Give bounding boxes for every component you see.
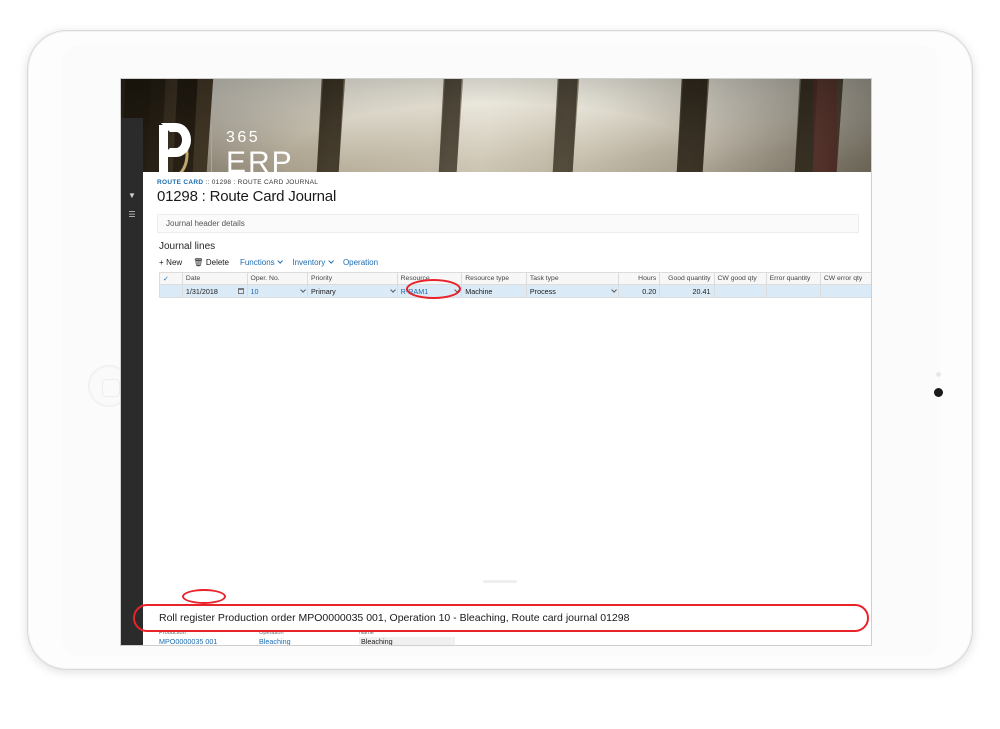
cell-good-quantity[interactable]: 20.41 (659, 284, 715, 298)
left-rail: ▼ ☰ (121, 118, 143, 645)
col-resource-type[interactable]: Resource type (461, 272, 527, 285)
list-lines-icon[interactable]: ☰ (121, 210, 143, 219)
filter-icon[interactable]: ▼ (121, 191, 143, 200)
cell-resource[interactable]: R-RAM1 (396, 284, 463, 298)
cell-task-type-value: Process (529, 286, 556, 296)
journal-inventory-label: Inventory (292, 258, 326, 267)
field-name-value[interactable]: Bleaching (359, 637, 455, 645)
cell-cw-good-qty[interactable] (713, 284, 767, 298)
journal-new-label: New (166, 258, 183, 267)
journal-delete-button[interactable]: 🗑 Delete (193, 258, 229, 267)
pane-splitter-handle[interactable] (483, 580, 517, 583)
field-production-label: Production (159, 630, 186, 636)
table-row[interactable]: 1/31/2018 10 Primary R-RAM1 Machine Proc… (159, 284, 871, 298)
cell-date-value: 1/31/2018 (185, 286, 218, 296)
cell-hours[interactable]: 0.20 (617, 284, 661, 298)
col-priority[interactable]: Priority (307, 272, 398, 285)
chevron-down-icon-2 (327, 258, 334, 265)
cell-select[interactable] (159, 284, 183, 298)
tablet-screen: 365 ERP Dynamics 365 Finance and Operati… (120, 78, 872, 646)
col-hours[interactable]: Hours (617, 272, 661, 285)
trash-icon: 🗑 (193, 258, 204, 267)
col-good-quantity[interactable]: Good quantity (659, 272, 715, 285)
col-oper-no[interactable]: Oper. No. (246, 272, 309, 285)
roll-register-section: Roll register Production order MPO000003… (143, 612, 871, 645)
field-production: Production MPO0000035 001 (159, 630, 259, 645)
field-operation-label: Operation (259, 630, 284, 636)
roll-register-title: Roll register Production order MPO000003… (159, 612, 630, 624)
page-body: ROUTE CARD :: 01298 : ROUTE CARD JOURNAL… (143, 172, 871, 645)
check-icon: ✓ (163, 275, 169, 283)
journal-delete-label: Delete (205, 258, 229, 267)
chevron-down-icon[interactable] (300, 287, 306, 293)
cell-task-type[interactable]: Process (525, 284, 619, 298)
field-name: Name Bleaching (359, 630, 459, 645)
table-header-row: ✓ Date Oper. No. Priority Resource Resou… (159, 272, 871, 285)
route-card-breadcrumb: ROUTE CARD :: 01298 : ROUTE CARD JOURNAL (157, 179, 871, 186)
col-resource[interactable]: Resource (396, 272, 463, 285)
field-operation-value[interactable]: Bleaching (259, 637, 359, 645)
camera-icon (934, 388, 943, 397)
journal-functions-label: Functions (239, 258, 275, 267)
journal-operation-button[interactable]: Operation (343, 258, 378, 267)
cell-date[interactable]: 1/31/2018 (181, 284, 248, 298)
chevron-down-icon (277, 258, 284, 265)
field-name-label: Name (359, 630, 374, 636)
col-task-type[interactable]: Task type (525, 272, 619, 285)
cell-cw-error-qty[interactable] (819, 284, 871, 298)
plus-icon: + (159, 258, 164, 267)
chevron-down-icon[interactable] (610, 287, 617, 293)
journal-header-details-label: Journal header details (166, 219, 245, 228)
journal-header-details-section[interactable]: Journal header details (157, 214, 859, 233)
col-cw-error-qty[interactable]: CW error qty (819, 272, 871, 285)
ambient-sensor-icon (936, 372, 941, 377)
field-production-value[interactable]: MPO0000035 001 (159, 637, 259, 645)
col-cw-good-qty[interactable]: CW good qty (713, 272, 767, 285)
route-card-breadcrumb-bold: ROUTE CARD (157, 179, 204, 186)
cell-priority[interactable]: Primary (307, 284, 398, 298)
journal-lines-toolbar: + New 🗑 Delete Functions Inventory Operati… (159, 258, 871, 267)
journal-inventory-menu[interactable]: Inventory (292, 258, 334, 267)
roll-register-fields: Production MPO0000035 001 Operation Blea… (159, 630, 871, 645)
journal-lines-title: Journal lines (159, 241, 216, 252)
cell-oper-no-value: 10 (250, 286, 259, 296)
col-error-quantity[interactable]: Error quantity (765, 272, 821, 285)
page-title: 01298 : Route Card Journal (157, 188, 337, 205)
chevron-down-icon[interactable] (389, 287, 396, 293)
route-card-breadcrumb-rest: :: 01298 : ROUTE CARD JOURNAL (203, 179, 319, 186)
logo-text-365: 365 (226, 129, 261, 147)
field-operation: Operation Bleaching (259, 630, 359, 645)
cell-error-quantity[interactable] (765, 284, 821, 298)
calendar-icon[interactable] (237, 288, 244, 294)
cell-resource-type[interactable]: Machine (461, 284, 527, 298)
journal-lines-grid: ✓ Date Oper. No. Priority Resource Resou… (159, 272, 871, 298)
col-date[interactable]: Date (181, 272, 248, 285)
col-select-all[interactable]: ✓ (159, 272, 183, 285)
cell-priority-value: Primary (311, 286, 336, 296)
cell-resource-value: R-RAM1 (400, 286, 429, 296)
route-card-header: ROUTE CARD :: 01298 : ROUTE CARD JOURNAL… (143, 172, 871, 205)
journal-new-button[interactable]: + New (159, 258, 182, 267)
chevron-down-icon[interactable] (454, 287, 461, 293)
journal-functions-menu[interactable]: Functions (239, 258, 284, 267)
cell-oper-no[interactable]: 10 (246, 284, 309, 298)
